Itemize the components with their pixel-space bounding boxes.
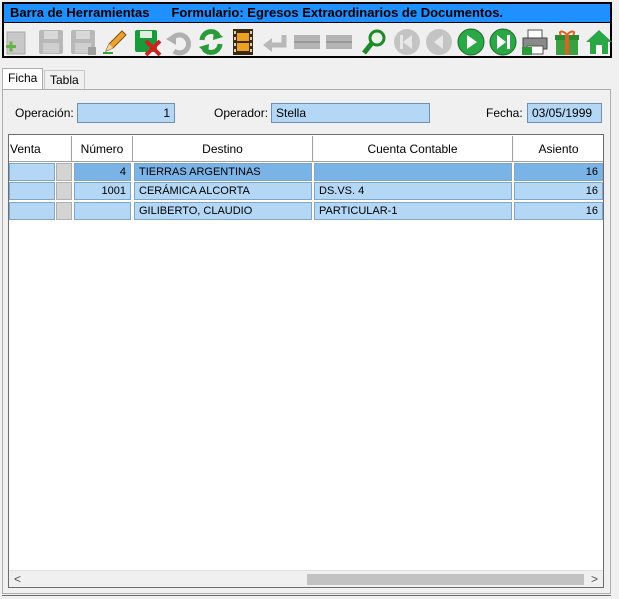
next-record-icon[interactable] [456,27,486,57]
cell-destino[interactable]: TIERRAS ARGENTINAS [134,163,312,181]
previous-record-icon[interactable] [424,27,454,57]
add-icon[interactable] [4,27,34,57]
toolbar [4,25,612,57]
tab-ficha[interactable]: Ficha [2,68,44,90]
refresh-icon[interactable] [196,27,226,57]
operacion-label: Operación: [15,106,74,120]
bottom-divider [2,595,611,596]
title-right: Formulario: Egresos Extraordinarios de D… [171,5,504,20]
cell-cuenta-contable[interactable]: PARTICULAR-1 [314,202,512,220]
last-record-icon[interactable] [488,27,518,57]
cell-asiento[interactable]: 16 [514,202,603,220]
column-header-destino[interactable]: Destino [133,136,313,162]
cell-venta[interactable] [9,182,55,200]
cell-asiento[interactable]: 16 [514,182,603,200]
operacion-field[interactable]: 1 [77,103,175,123]
column-header-cuenta-contable[interactable]: Cuenta Contable [313,136,513,162]
gift-icon[interactable] [552,27,582,57]
delete-record-icon[interactable] [132,27,162,57]
first-record-icon[interactable] [392,27,422,57]
blank-2-icon[interactable] [324,27,354,57]
row-selector[interactable] [56,182,72,200]
cell-cuenta-contable[interactable] [314,163,512,181]
fecha-label: Fecha: [486,106,523,120]
column-header-asiento[interactable]: Asiento [513,136,603,162]
cell-numero[interactable] [74,202,131,220]
tab-tabla[interactable]: Tabla [44,70,85,90]
operador-label: Operador: [214,106,269,120]
search-icon[interactable] [360,27,390,57]
records-grid[interactable]: Venta Número Destino Cuenta Contable Asi… [8,134,604,588]
cell-numero[interactable]: 4 [74,163,131,181]
column-header-venta[interactable]: Venta [9,136,72,162]
cell-numero[interactable]: 1001 [74,182,131,200]
horizontal-scrollbar[interactable]: < > [9,570,603,587]
cell-destino[interactable]: CERÁMICA ALCORTA [134,182,312,200]
cell-venta[interactable] [9,163,55,181]
cell-destino[interactable]: GILIBERTO, CLAUDIO [134,202,312,220]
save-icon[interactable] [36,27,66,57]
row-selector[interactable] [56,163,72,181]
cell-cuenta-contable[interactable]: DS.VS. 4 [314,182,512,200]
film-icon[interactable] [228,27,258,57]
column-header-numero[interactable]: Número [72,136,133,162]
print-icon[interactable] [520,27,550,57]
row-selector[interactable] [56,202,72,220]
scroll-left-icon[interactable]: < [9,571,26,587]
save-as-icon[interactable] [68,27,98,57]
cell-venta[interactable] [9,202,55,220]
edit-pencil-icon[interactable] [100,27,130,57]
blank-1-icon[interactable] [292,27,322,57]
operador-field[interactable]: Stella [271,103,430,123]
title-bar: Barra de Herramientas Formulario: Egresos… [4,4,610,23]
return-icon[interactable] [260,27,290,57]
fecha-field[interactable]: 03/05/1999 [527,103,602,123]
toolbar-window: Barra de Herramientas Formulario: Egresos… [2,2,612,58]
scroll-thumb[interactable] [307,574,584,585]
scroll-right-icon[interactable]: > [586,571,603,587]
cell-asiento[interactable]: 16 [514,163,603,181]
undo-icon[interactable] [164,27,194,57]
title-left: Barra de Herramientas [10,5,150,20]
home-icon[interactable] [584,27,614,57]
